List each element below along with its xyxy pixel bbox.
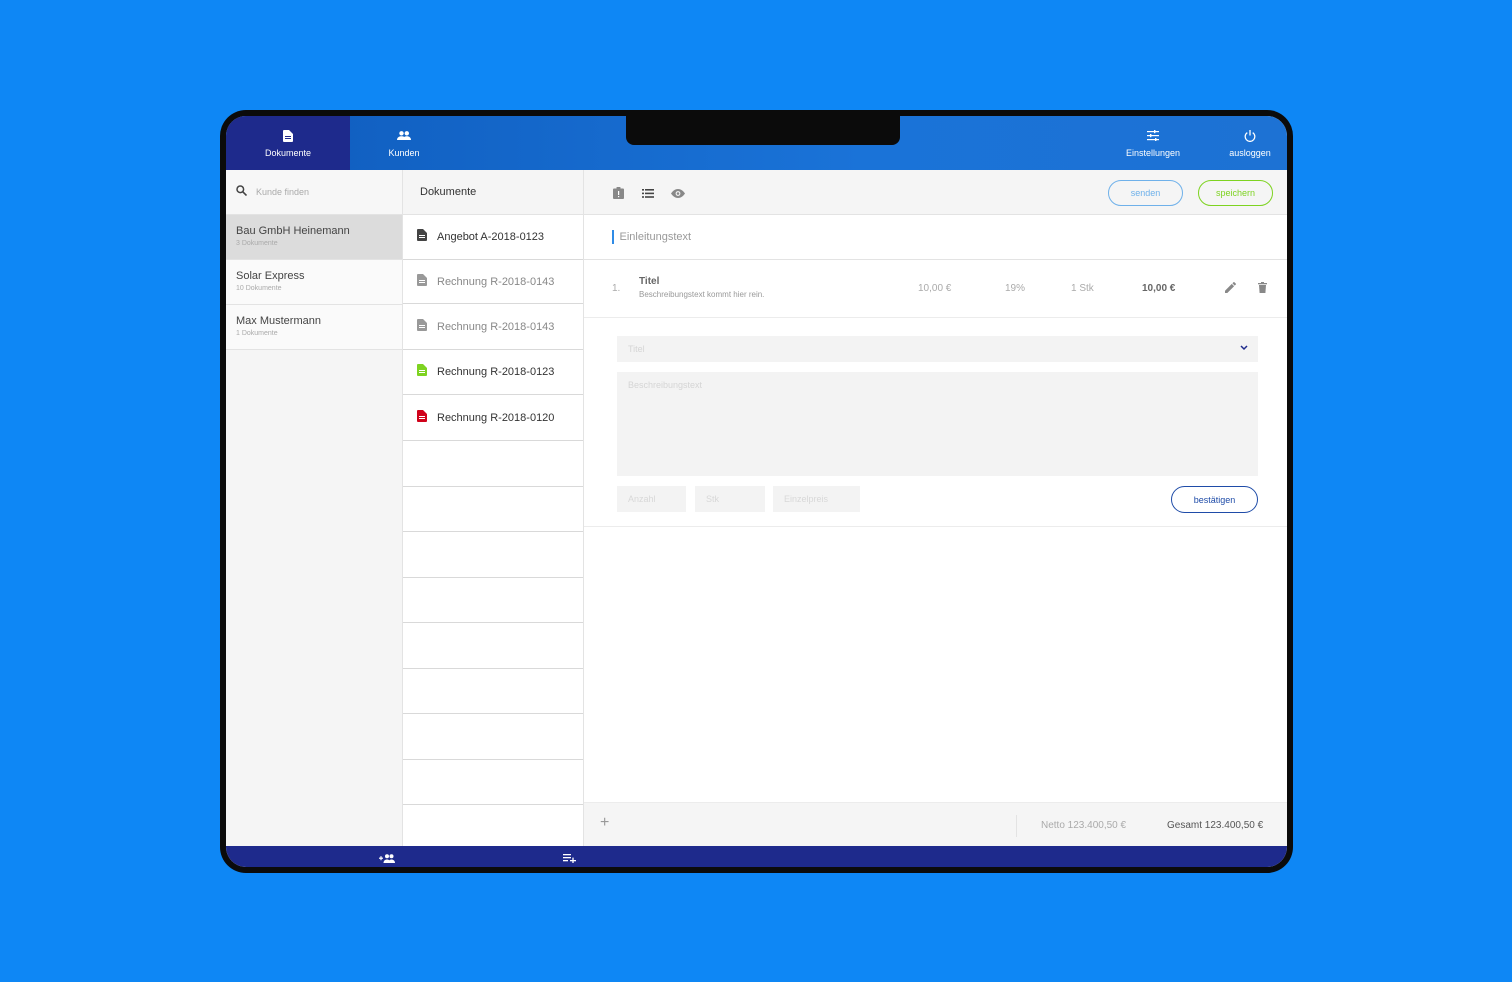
document-item[interactable]: Rechnung R-2018-0120 xyxy=(403,395,583,441)
gross-total: Gesamt 123.400,50 € xyxy=(1167,820,1264,831)
add-customer-icon[interactable] xyxy=(379,852,395,864)
document-item[interactable]: Angebot A-2018-0123 xyxy=(403,215,583,260)
customer-item[interactable]: Max Mustermann 1 Dokumente xyxy=(226,305,402,350)
file-icon xyxy=(281,129,295,143)
customer-doc-count: 3 Dokumente xyxy=(236,240,278,247)
customer-item[interactable]: Solar Express 10 Dokumente xyxy=(226,260,402,305)
customer-item[interactable]: Bau GmbH Heinemann 3 Dokumente xyxy=(226,215,402,260)
power-icon xyxy=(1243,129,1257,143)
people-icon xyxy=(397,129,411,143)
customer-name: Bau GmbH Heinemann xyxy=(236,225,350,237)
camera-notch xyxy=(626,116,900,145)
empty-document-slot xyxy=(403,760,583,805)
price-placeholder: Einzelpreis xyxy=(784,494,829,504)
empty-document-slot xyxy=(403,487,583,532)
title-select[interactable]: Titel xyxy=(617,336,1258,362)
intro-text: Einleitungstext xyxy=(619,231,692,243)
document-item[interactable]: Rechnung R-2018-0143 xyxy=(403,304,583,350)
confirm-button[interactable]: bestätigen xyxy=(1171,486,1258,513)
send-button[interactable]: senden xyxy=(1108,180,1183,206)
nav-documents[interactable]: Dokumente xyxy=(226,116,350,170)
footer-divider xyxy=(1016,815,1017,837)
netto-total: Netto 123.400,50 € xyxy=(1041,820,1127,831)
document-item[interactable]: Rechnung R-2018-0143 xyxy=(403,260,583,304)
document-editor: senden speichern Einleitungstext 1. Tite… xyxy=(584,170,1287,846)
description-textarea[interactable]: Beschreibungstext xyxy=(617,372,1258,476)
item-number: 1. xyxy=(612,283,621,294)
nav-customers-label: Kunden xyxy=(388,147,420,158)
unit-placeholder: Stk xyxy=(706,494,720,504)
item-vat: 19% xyxy=(1005,283,1026,294)
nav-customers[interactable]: Kunden xyxy=(350,116,458,170)
search-icon xyxy=(236,183,248,201)
bottom-bar xyxy=(226,846,1287,867)
amount-input[interactable]: Anzahl xyxy=(617,486,686,512)
nav-settings-label: Einstellungen xyxy=(1125,147,1181,158)
empty-document-slot xyxy=(403,669,583,714)
item-edit-form: Titel Beschreibungstext Anzahl Stk Einze… xyxy=(584,318,1287,527)
list-icon[interactable] xyxy=(641,186,655,200)
empty-document-slot xyxy=(403,441,583,487)
document-list: Dokumente Angebot A-2018-0123 Rechnung R… xyxy=(403,170,584,846)
empty-document-slot xyxy=(403,578,583,623)
text-cursor xyxy=(612,230,614,244)
description-placeholder: Beschreibungstext xyxy=(628,380,703,390)
eye-icon[interactable] xyxy=(671,186,685,200)
document-icon xyxy=(417,318,427,336)
empty-document-slot xyxy=(403,623,583,669)
pencil-icon[interactable] xyxy=(1225,281,1237,296)
document-title: Rechnung R-2018-0120 xyxy=(437,411,555,424)
unit-input[interactable]: Stk xyxy=(695,486,765,512)
customer-doc-count: 1 Dokumente xyxy=(236,330,278,337)
customer-doc-count: 10 Dokumente xyxy=(236,285,282,292)
tablet-frame: Dokumente Kunden Einstellungen ausloggen xyxy=(220,110,1293,873)
price-input[interactable]: Einzelpreis xyxy=(773,486,860,512)
nav-logout-label: ausloggen xyxy=(1229,147,1271,158)
line-item-row[interactable]: 1. Titel Beschreibungstext kommt hier re… xyxy=(584,260,1287,318)
customer-search xyxy=(226,170,402,215)
trash-icon[interactable] xyxy=(1258,282,1267,296)
nav-settings[interactable]: Einstellungen xyxy=(1111,116,1195,170)
nav-logout[interactable]: ausloggen xyxy=(1216,116,1284,170)
document-title: Angebot A-2018-0123 xyxy=(437,231,545,243)
intro-text-field[interactable]: Einleitungstext xyxy=(584,215,1287,260)
customer-name: Solar Express xyxy=(236,270,305,282)
document-icon xyxy=(417,363,427,381)
editor-toolbar: senden speichern xyxy=(584,170,1287,215)
document-title: Rechnung R-2018-0123 xyxy=(437,366,555,378)
nav-documents-label: Dokumente xyxy=(264,147,312,158)
document-title: Rechnung R-2018-0143 xyxy=(437,320,555,333)
search-input[interactable] xyxy=(256,187,386,197)
item-description: Beschreibungstext kommt hier rein. xyxy=(639,290,765,299)
title-select-placeholder: Titel xyxy=(628,344,645,354)
document-list-title: Dokumente xyxy=(403,170,583,215)
document-icon xyxy=(417,409,427,427)
clipboard-alert-icon[interactable] xyxy=(611,186,625,200)
document-icon xyxy=(417,228,427,246)
add-document-icon[interactable] xyxy=(561,852,577,864)
item-quantity: 1 Stk xyxy=(1071,283,1094,294)
chevron-down-icon xyxy=(1240,343,1248,353)
item-total: 10,00 € xyxy=(1142,283,1176,294)
save-button[interactable]: speichern xyxy=(1198,180,1273,206)
item-net-price: 10,00 € xyxy=(918,283,952,294)
amount-placeholder: Anzahl xyxy=(628,494,656,504)
editor-footer: + Netto 123.400,50 € Gesamt 123.400,50 € xyxy=(584,802,1287,846)
document-title: Rechnung R-2018-0143 xyxy=(437,275,555,288)
empty-document-slot xyxy=(403,714,583,760)
empty-document-slot xyxy=(403,532,583,578)
item-title: Titel xyxy=(639,276,660,287)
customer-sidebar: Bau GmbH Heinemann 3 Dokumente Solar Exp… xyxy=(226,170,403,846)
app-screen: Dokumente Kunden Einstellungen ausloggen xyxy=(226,116,1287,867)
document-icon xyxy=(417,273,427,291)
document-item[interactable]: Rechnung R-2018-0123 xyxy=(403,350,583,395)
sliders-icon xyxy=(1146,129,1160,143)
customer-name: Max Mustermann xyxy=(236,315,321,327)
add-item-button[interactable]: + xyxy=(600,814,609,832)
